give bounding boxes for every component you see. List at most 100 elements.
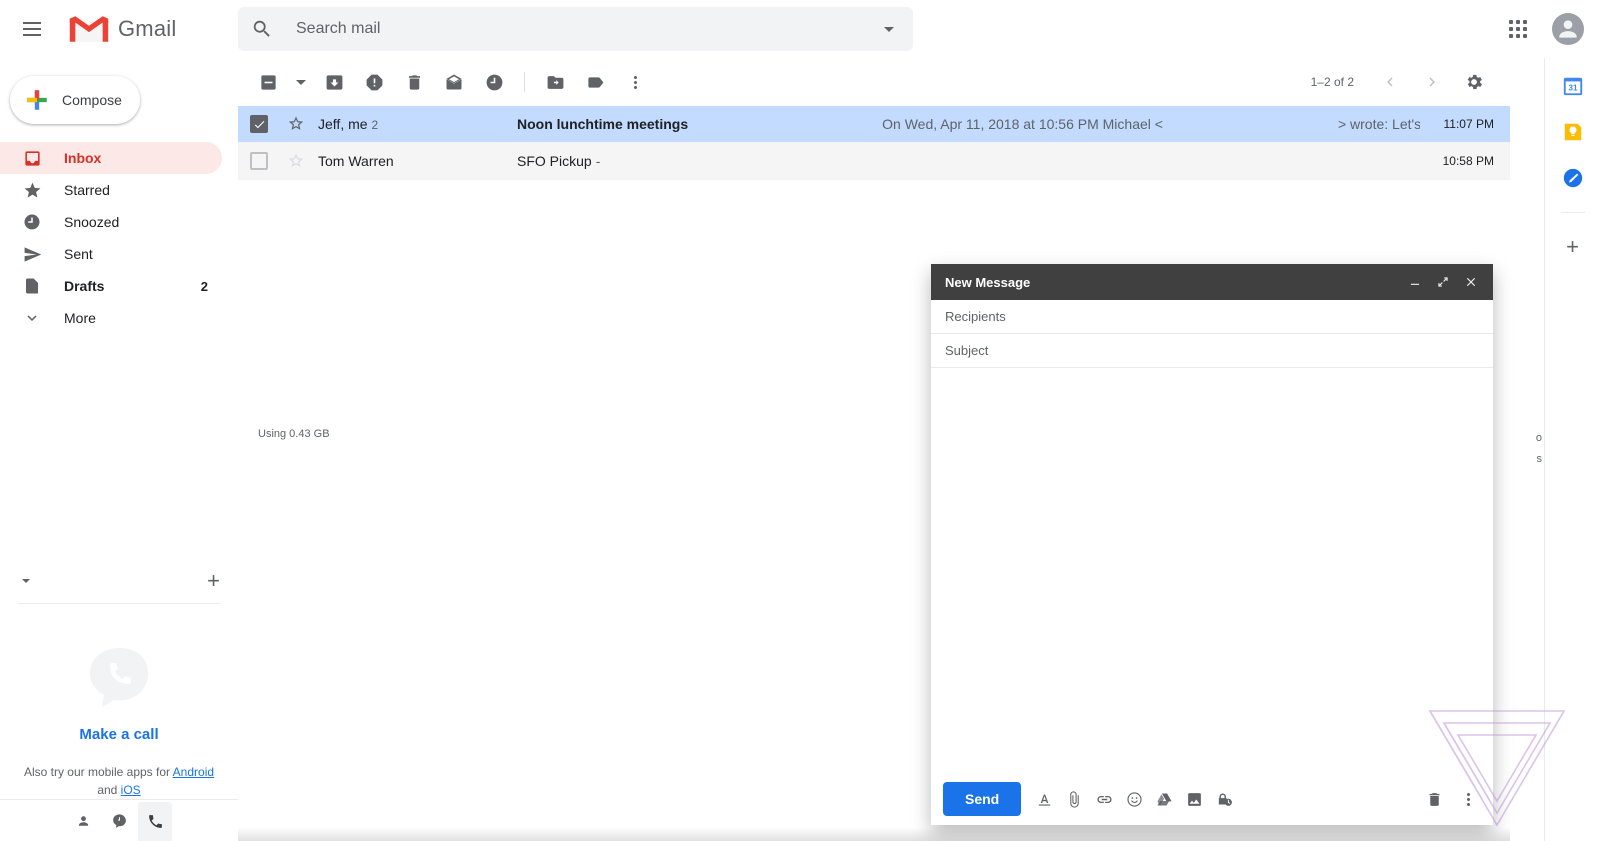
apps-grid-icon[interactable] <box>1496 7 1540 51</box>
row-body: Noon lunchtime meetings - On Wed, Apr 11… <box>517 116 1420 132</box>
row-checkbox[interactable] <box>238 115 280 133</box>
contacts-tab[interactable] <box>66 802 100 841</box>
sidebar-item-more[interactable]: More <box>0 302 222 334</box>
hangouts-tabs <box>0 799 238 841</box>
more-options-button[interactable] <box>1453 784 1483 814</box>
list-pagination: 1–2 of 2 <box>1311 62 1494 102</box>
chat-tab[interactable] <box>102 802 136 841</box>
divider <box>524 72 525 92</box>
draft-icon <box>22 276 42 296</box>
sidebar-item-label: Sent <box>64 246 93 262</box>
chevron-left-icon[interactable] <box>1370 62 1410 102</box>
brand-name: Gmail <box>118 16 176 42</box>
insert-drive-button[interactable] <box>1149 784 1179 814</box>
snooze-button[interactable] <box>474 62 514 102</box>
search-bar[interactable] <box>238 7 913 51</box>
row-subject: SFO Pickup <box>517 153 592 169</box>
report-spam-button[interactable] <box>354 62 394 102</box>
sidebar-item-label: Starred <box>64 182 110 198</box>
confidential-mode-button[interactable] <box>1209 784 1239 814</box>
delete-button[interactable] <box>394 62 434 102</box>
send-icon <box>22 244 42 264</box>
make-a-call-link[interactable]: Make a call <box>79 726 158 743</box>
clipped-line-1: o <box>1536 432 1542 444</box>
select-all-checkbox[interactable] <box>248 62 288 102</box>
discard-draft-button[interactable] <box>1419 784 1449 814</box>
avatar[interactable] <box>1546 7 1590 51</box>
sidebar-item-snoozed[interactable]: Snoozed <box>0 206 222 238</box>
row-time: 10:58 PM <box>1420 154 1510 168</box>
search-icon[interactable] <box>238 7 286 51</box>
hangouts-status-chevron-icon[interactable] <box>22 579 30 583</box>
phone-tab[interactable] <box>138 802 172 841</box>
star-icon <box>22 180 42 200</box>
plus-icon <box>24 87 50 113</box>
and-word: and <box>97 783 120 797</box>
attach-file-button[interactable] <box>1059 784 1089 814</box>
hamburger-icon[interactable] <box>8 5 56 53</box>
compose-header[interactable]: New Message <box>931 264 1493 300</box>
search-input[interactable] <box>286 7 865 51</box>
header-actions <box>1496 0 1590 58</box>
google-tasks-icon[interactable] <box>1561 166 1585 190</box>
hangouts-header: + <box>0 559 238 603</box>
subject-field[interactable] <box>931 334 1493 368</box>
google-keep-icon[interactable] <box>1561 120 1585 144</box>
subject-input[interactable] <box>945 343 1479 358</box>
close-icon[interactable] <box>1457 268 1485 296</box>
sidebar-item-label: Snoozed <box>64 214 119 230</box>
message-body-input[interactable] <box>931 368 1493 773</box>
send-button[interactable]: Send <box>943 782 1021 816</box>
insert-emoji-button[interactable] <box>1119 784 1149 814</box>
select-all-group <box>248 62 314 102</box>
row-checkbox[interactable] <box>238 152 280 170</box>
star-icon[interactable] <box>280 115 312 133</box>
sidebar-item-inbox[interactable]: Inbox <box>0 142 222 174</box>
compose-footer-right <box>1419 784 1483 814</box>
ios-link[interactable]: iOS <box>121 783 141 797</box>
chevron-right-icon[interactable] <box>1412 62 1452 102</box>
sidebar-item-drafts[interactable]: Drafts 2 <box>0 270 222 302</box>
list-toolbar: 1–2 of 2 <box>238 58 1510 106</box>
mark-read-button[interactable] <box>434 62 474 102</box>
sidebar-item-sent[interactable]: Sent <box>0 238 222 270</box>
more-button[interactable] <box>615 62 655 102</box>
gear-icon[interactable] <box>1454 62 1494 102</box>
row-sender: Jeff, me 2 <box>312 116 517 132</box>
compose-button[interactable]: Compose <box>10 76 140 124</box>
compose-footer: Send <box>931 773 1493 825</box>
compose-window: New Message Send <box>931 264 1493 825</box>
expand-icon[interactable] <box>1429 268 1457 296</box>
svg-text:31: 31 <box>1568 84 1578 93</box>
recipients-input[interactable] <box>945 309 1479 324</box>
clipped-line-2: s <box>1537 453 1543 465</box>
archive-button[interactable] <box>314 62 354 102</box>
google-calendar-icon[interactable]: 31 <box>1561 74 1585 98</box>
clock-icon <box>22 212 42 232</box>
hangouts-new-icon[interactable]: + <box>207 570 220 592</box>
select-dropdown-icon[interactable] <box>288 62 314 102</box>
hangouts-body: Make a call Also try our mobile apps for… <box>0 604 238 799</box>
row-body: SFO Pickup - <box>517 153 1420 169</box>
insert-link-button[interactable] <box>1089 784 1119 814</box>
formatting-options-button[interactable] <box>1029 784 1059 814</box>
row-sender: Tom Warren <box>312 153 517 169</box>
star-icon[interactable] <box>280 152 312 170</box>
mobile-apps-note: Also try our mobile apps for Android and… <box>14 763 224 799</box>
insert-photo-button[interactable] <box>1179 784 1209 814</box>
android-link[interactable]: Android <box>173 765 214 779</box>
move-to-button[interactable] <box>535 62 575 102</box>
sidebar-item-starred[interactable]: Starred <box>0 174 222 206</box>
labels-button[interactable] <box>575 62 615 102</box>
compose-title: New Message <box>945 275 1401 290</box>
minimize-icon[interactable] <box>1401 268 1429 296</box>
recipients-field[interactable] <box>931 300 1493 334</box>
table-row[interactable]: Jeff, me 2 Noon lunchtime meetings - On … <box>238 106 1510 143</box>
plus-icon[interactable]: + <box>1561 235 1585 259</box>
page-count: 1–2 of 2 <box>1311 75 1354 89</box>
table-row[interactable]: Tom Warren SFO Pickup - 10:58 PM <box>238 143 1510 180</box>
row-snippet-end: > wrote: Let's ... <box>1338 116 1420 132</box>
row-time: 11:07 PM <box>1420 117 1510 131</box>
search-options-icon[interactable] <box>865 7 913 51</box>
row-snippet-start: On Wed, Apr 11, 2018 at 10:56 PM Michael… <box>882 116 1163 132</box>
